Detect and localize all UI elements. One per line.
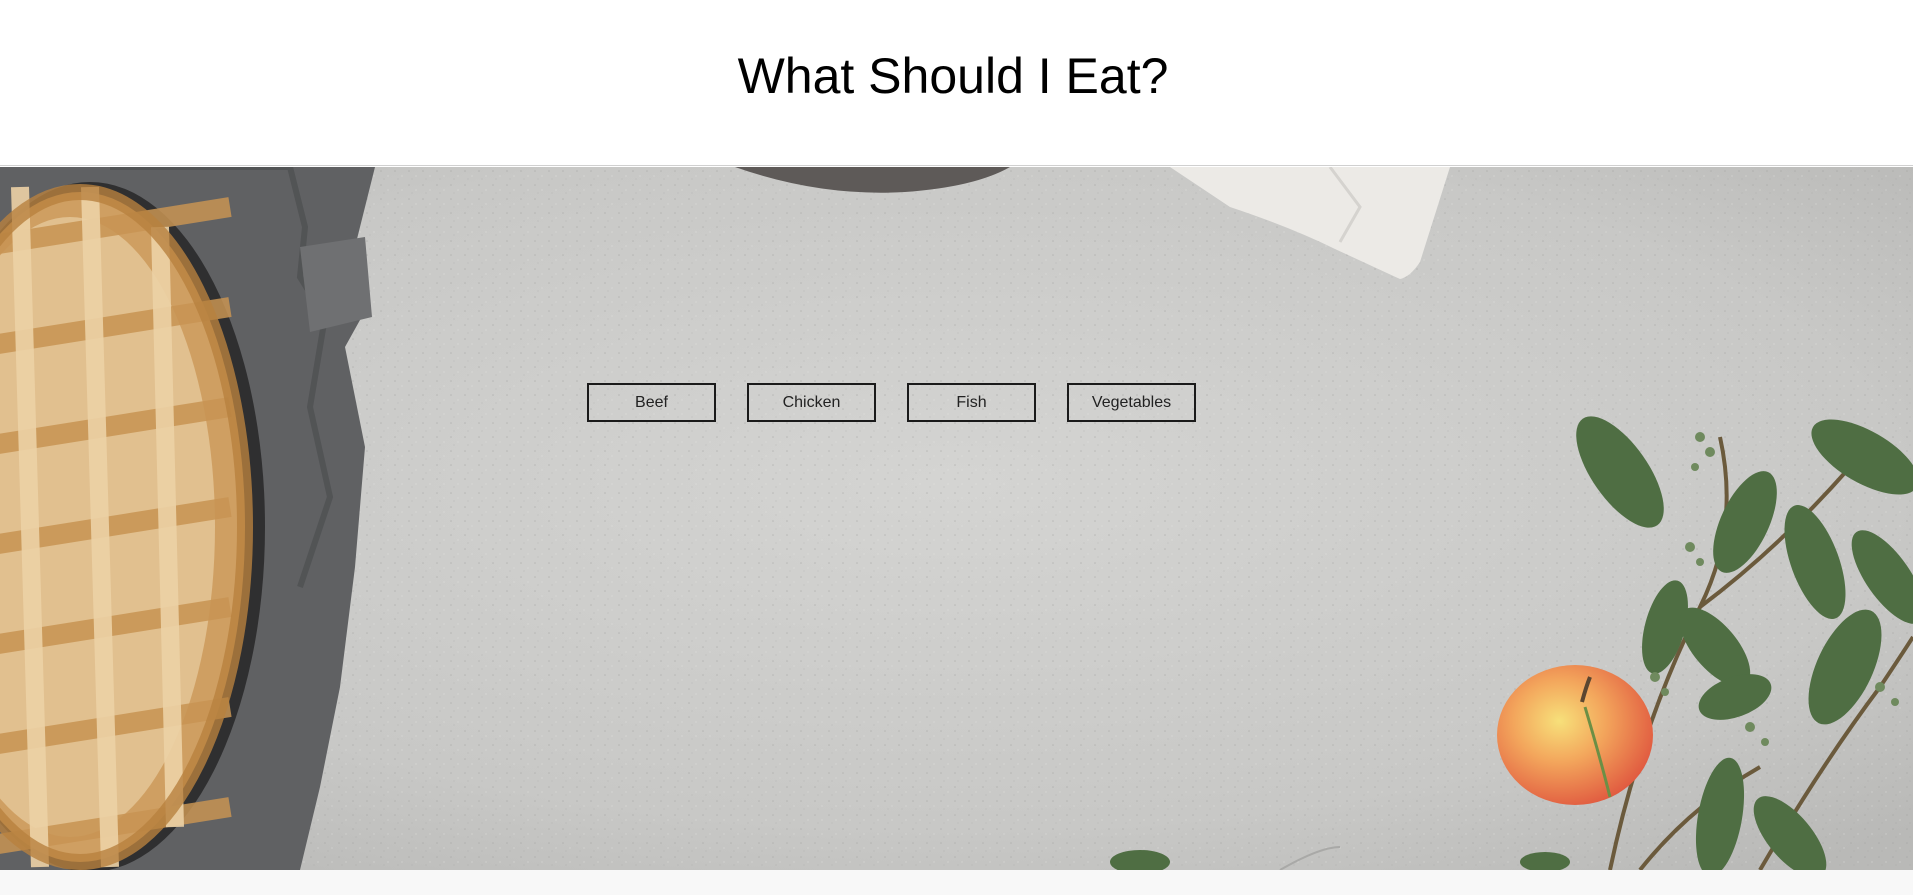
food-tabletop-photo-icon	[0, 167, 1913, 870]
beef-button[interactable]: Beef	[587, 383, 716, 422]
page-title: What Should I Eat?	[737, 48, 1169, 104]
hero-background-photo	[0, 167, 1913, 870]
vegetables-button[interactable]: Vegetables	[1067, 383, 1196, 422]
fish-button[interactable]: Fish	[907, 383, 1036, 422]
page-header: What Should I Eat?	[0, 0, 1913, 166]
page-footer	[0, 870, 1913, 895]
chicken-button[interactable]: Chicken	[747, 383, 876, 422]
